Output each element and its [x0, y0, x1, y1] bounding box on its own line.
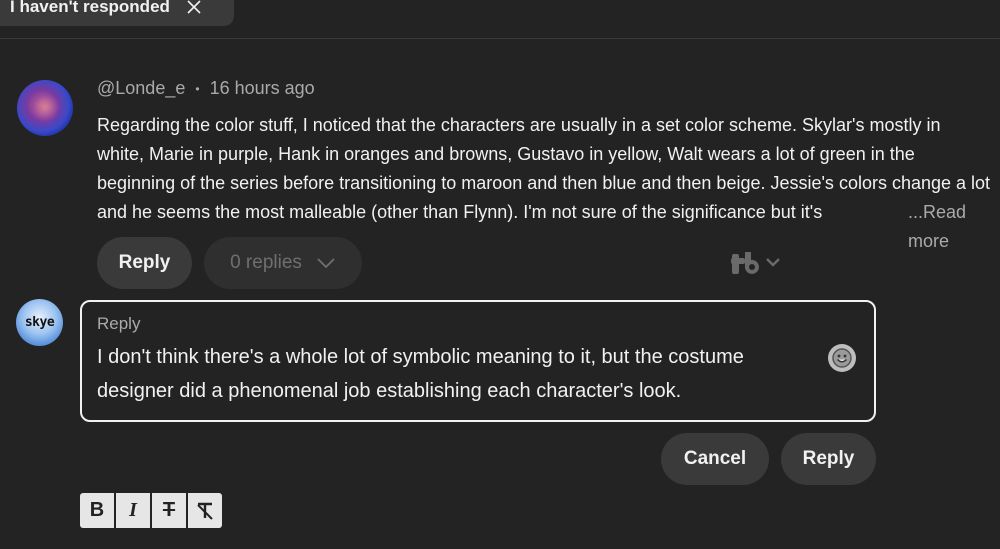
- format-toolbar: B I T: [80, 493, 222, 528]
- comment-author[interactable]: @Londe_e: [97, 78, 185, 99]
- separator-dot: •: [195, 81, 200, 96]
- italic-button[interactable]: I: [116, 493, 150, 528]
- divider: [0, 38, 1000, 39]
- replies-label: 0 replies: [230, 252, 302, 273]
- emoji-icon[interactable]: [828, 344, 856, 372]
- filter-chip-not-responded[interactable]: I haven't responded: [0, 0, 234, 26]
- reply-input[interactable]: I don't think there's a whole lot of sym…: [97, 340, 812, 408]
- reply-button[interactable]: Reply: [97, 237, 192, 289]
- cancel-button-label: Cancel: [683, 448, 747, 469]
- filter-chip-label: I haven't responded: [10, 0, 170, 16]
- avatar-text: skye: [24, 315, 55, 330]
- strikethrough-button[interactable]: T: [152, 493, 186, 528]
- composer-label: Reply: [97, 314, 141, 333]
- comment-header: @Londe_e • 16 hours ago: [97, 78, 315, 99]
- comment-text: Regarding the color stuff, I noticed tha…: [97, 115, 991, 222]
- reply-button-label: Reply: [118, 252, 171, 273]
- commenter-avatar[interactable]: [17, 80, 73, 136]
- close-icon[interactable]: [184, 0, 204, 17]
- chevron-down-icon: [316, 257, 336, 269]
- reply-composer[interactable]: Reply I don't think there's a whole lot …: [80, 300, 876, 422]
- cancel-button[interactable]: Cancel: [661, 433, 769, 485]
- replies-toggle-button[interactable]: 0 replies: [204, 237, 362, 289]
- tubebuddy-icon[interactable]: [731, 250, 783, 276]
- comment-timestamp[interactable]: 16 hours ago: [210, 78, 315, 99]
- clear-format-icon: [197, 502, 213, 520]
- bold-button[interactable]: B: [80, 493, 114, 528]
- submit-reply-label: Reply: [802, 448, 855, 469]
- submit-reply-button[interactable]: Reply: [781, 433, 876, 485]
- read-more-link[interactable]: ...Read more: [902, 198, 1000, 256]
- user-avatar: skye: [16, 299, 63, 346]
- clear-format-button[interactable]: [188, 493, 222, 528]
